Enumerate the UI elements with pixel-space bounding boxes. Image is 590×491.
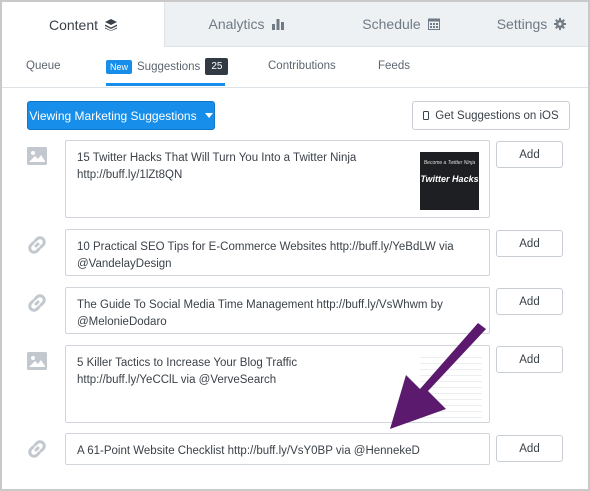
link-icon bbox=[28, 294, 46, 312]
suggestion-line-2: http://buff.ly/1lZt8QN bbox=[77, 169, 183, 181]
add-button[interactable]: Add bbox=[496, 141, 563, 168]
add-button[interactable]: Add bbox=[496, 435, 563, 462]
stack-icon bbox=[105, 18, 118, 31]
suggestion-line-1: 10 Practical SEO Tips for E-Commerce Web… bbox=[77, 241, 454, 253]
subtab-suggestions[interactable]: New Suggestions 25 bbox=[106, 58, 229, 75]
tab-schedule[interactable]: Schedule bbox=[327, 2, 475, 46]
link-icon bbox=[28, 440, 46, 458]
add-button[interactable]: Add bbox=[496, 346, 563, 373]
ios-suggestions-button[interactable]: Get Suggestions on iOS bbox=[412, 101, 570, 130]
calendar-icon bbox=[427, 18, 440, 30]
sub-tab-bar: Queue New Suggestions 25 Contributions F… bbox=[2, 47, 588, 88]
suggestion-card[interactable]: 15 Twitter Hacks That Will Turn You Into… bbox=[65, 140, 490, 218]
suggestion-line-2: @VandelayDesign bbox=[77, 258, 172, 270]
subtab-contributions[interactable]: Contributions bbox=[268, 60, 336, 72]
annotation-arrow-icon bbox=[390, 323, 486, 429]
link-icon bbox=[28, 236, 46, 254]
suggestion-text: 10 Practical SEO Tips for E-Commerce Web… bbox=[77, 239, 477, 273]
viewing-suggestions-label: Viewing Marketing Suggestions bbox=[29, 108, 197, 123]
active-subtab-indicator bbox=[106, 83, 225, 86]
subtab-queue[interactable]: Queue bbox=[26, 60, 61, 72]
image-icon bbox=[27, 147, 47, 165]
tab-settings[interactable]: Settings bbox=[475, 2, 588, 46]
top-tab-bar: Content Analytics Schedule Settings bbox=[2, 2, 588, 47]
tab-settings-label: Settings bbox=[496, 16, 548, 32]
tab-content[interactable]: Content bbox=[2, 2, 165, 47]
suggestion-thumbnail: Become a Twitter Ninja Twitter Hacks bbox=[420, 152, 479, 210]
suggestions-count-badge: 25 bbox=[205, 58, 229, 75]
add-button[interactable]: Add bbox=[496, 288, 563, 315]
thumbnail-small-text: Become a Twitter Ninja bbox=[423, 160, 476, 166]
suggestion-line-1: A 61-Point Website Checklist http://buff… bbox=[77, 445, 420, 457]
suggestion-text: 5 Killer Tactics to Increase Your Blog T… bbox=[77, 355, 407, 389]
subtab-feeds[interactable]: Feeds bbox=[378, 60, 410, 72]
suggestion-text: 15 Twitter Hacks That Will Turn You Into… bbox=[77, 150, 407, 184]
suggestion-card[interactable]: 10 Practical SEO Tips for E-Commerce Web… bbox=[65, 229, 490, 276]
image-icon bbox=[27, 352, 47, 370]
suggestion-card[interactable]: A 61-Point Website Checklist http://buff… bbox=[65, 433, 490, 465]
tab-analytics-label: Analytics bbox=[208, 16, 265, 32]
subtab-suggestions-label: Suggestions bbox=[137, 60, 201, 73]
caret-down-icon bbox=[204, 113, 213, 118]
suggestion-line-1: 5 Killer Tactics to Increase Your Blog T… bbox=[77, 357, 298, 369]
new-badge: New bbox=[106, 59, 133, 74]
add-button[interactable]: Add bbox=[496, 230, 563, 257]
gear-icon bbox=[554, 18, 567, 30]
suggestion-line-2: http://buff.ly/YeCClL via @VerveSearch bbox=[77, 374, 277, 386]
phone-icon bbox=[423, 111, 430, 120]
suggestion-text: A 61-Point Website Checklist http://buff… bbox=[77, 443, 477, 460]
app-frame: Content Analytics Schedule Settings Queu… bbox=[0, 0, 590, 491]
tab-schedule-label: Schedule bbox=[362, 16, 421, 32]
suggestion-line-1: 15 Twitter Hacks That Will Turn You Into… bbox=[77, 152, 357, 164]
bar-chart-icon bbox=[271, 19, 284, 30]
viewing-suggestions-dropdown[interactable]: Viewing Marketing Suggestions bbox=[27, 101, 215, 130]
tab-content-label: Content bbox=[48, 16, 99, 33]
ios-suggestions-label: Get Suggestions on iOS bbox=[435, 109, 559, 122]
suggestion-line-1: The Guide To Social Media Time Managemen… bbox=[77, 299, 443, 311]
tab-analytics[interactable]: Analytics bbox=[165, 2, 327, 46]
thumbnail-title: Twitter Hacks bbox=[420, 174, 479, 184]
